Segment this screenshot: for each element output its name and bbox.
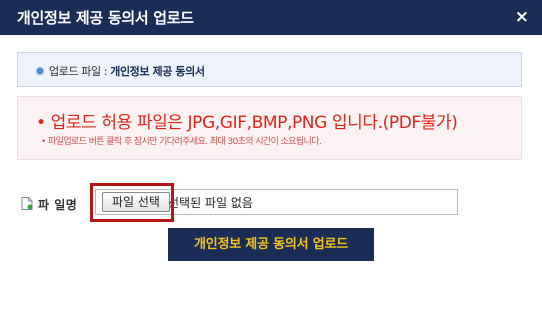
upload-file-label: 업로드 파일 : 개인정보 제공 동의서	[49, 63, 205, 79]
file-name-label: 파 일명	[38, 198, 78, 212]
file-input[interactable]: 파일 선택 선택된 파일 없음	[95, 189, 458, 215]
dialog-titlebar: 개인정보 제공 동의서 업로드 ×	[0, 0, 542, 35]
dialog-title: 개인정보 제공 동의서 업로드	[17, 9, 194, 27]
file-icon	[21, 197, 33, 210]
bullet-icon	[36, 67, 44, 75]
upload-wait-notice: • 파일업로드 버튼 클릭 후 잠시만 기다려주세요. 최대 30초의 시간이 …	[41, 137, 322, 147]
upload-file-prefix: 업로드 파일 :	[49, 65, 108, 78]
upload-notice: • 업로드 허용 파일은 JPG,GIF,BMP,PNG 입니다.(PDF불가)…	[17, 96, 522, 160]
upload-file-info: 업로드 파일 : 개인정보 제공 동의서	[17, 52, 522, 87]
choose-file-button[interactable]: 파일 선택	[102, 192, 170, 212]
upload-button[interactable]: 개인정보 제공 동의서 업로드	[168, 228, 374, 261]
file-status-text: 선택된 파일 없음	[168, 196, 253, 210]
allowed-file-types-notice: • 업로드 허용 파일은 JPG,GIF,BMP,PNG 입니다.(PDF불가)	[36, 113, 458, 133]
close-icon[interactable]: ×	[515, 7, 529, 27]
upload-file-name: 개인정보 제공 동의서	[110, 65, 205, 78]
